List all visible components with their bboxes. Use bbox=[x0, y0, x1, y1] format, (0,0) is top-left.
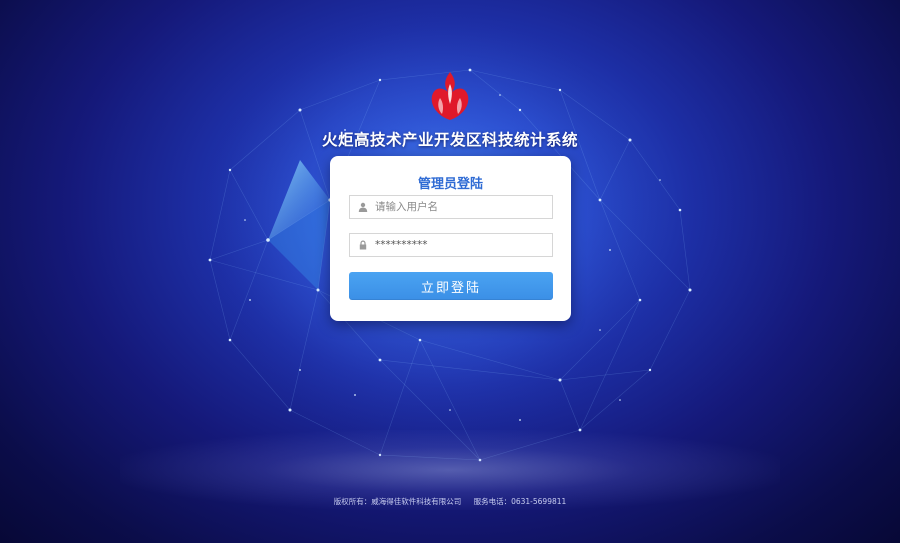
username-input[interactable] bbox=[375, 196, 547, 218]
login-card: 管理员登陆 立即登陆 bbox=[330, 156, 571, 321]
login-title: 管理员登陆 bbox=[417, 177, 483, 192]
lock-icon bbox=[359, 240, 367, 250]
torch-logo-icon bbox=[431, 72, 469, 120]
login-button[interactable]: 立即登陆 bbox=[349, 272, 553, 300]
password-input[interactable] bbox=[375, 234, 547, 256]
password-field[interactable] bbox=[349, 233, 553, 257]
copyright-text: 版权所有：威海得佳软件科技有限公司 bbox=[333, 497, 462, 506]
app-title: 火炬高技术产业开发区科技统计系统 bbox=[321, 131, 578, 149]
username-field[interactable] bbox=[349, 195, 553, 219]
service-phone-text: 服务电话：0631-5699811 bbox=[473, 497, 567, 506]
footer: 版权所有：威海得佳软件科技有限公司 服务电话：0631-5699811 bbox=[250, 496, 650, 507]
user-icon bbox=[358, 202, 368, 212]
